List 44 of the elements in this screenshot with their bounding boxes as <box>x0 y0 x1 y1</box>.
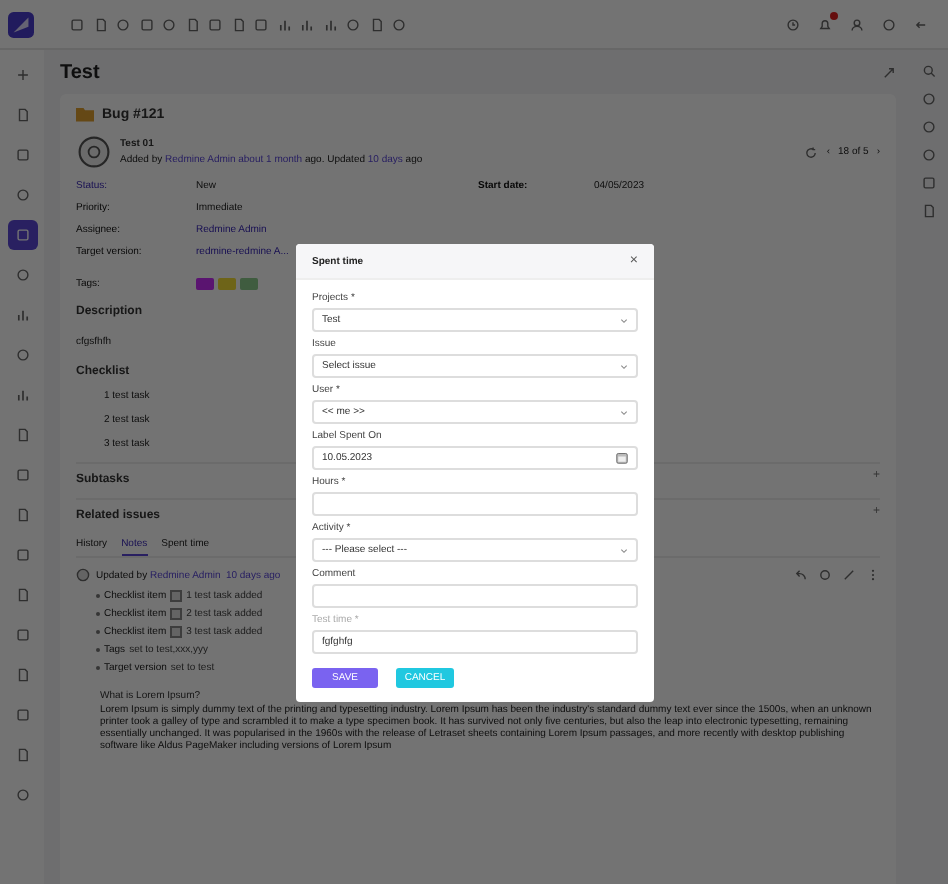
page-title: Test <box>60 61 100 83</box>
calendar-icon[interactable] <box>616 452 628 464</box>
bar-chart-icon[interactable] <box>277 17 291 31</box>
comment-icon[interactable] <box>818 568 832 582</box>
square-icon[interactable] <box>70 17 84 31</box>
document-icon[interactable] <box>921 204 935 218</box>
back-arrow-icon[interactable] <box>914 17 928 31</box>
search-icon[interactable] <box>921 64 935 78</box>
document-icon[interactable] <box>231 17 245 31</box>
document-icon[interactable] <box>185 17 199 31</box>
input-field[interactable] <box>312 584 638 608</box>
folder-icon <box>76 106 94 122</box>
square-icon[interactable] <box>208 17 222 31</box>
clock-icon[interactable] <box>786 17 800 31</box>
logo-icon[interactable] <box>8 11 34 37</box>
bar-chart-icon[interactable] <box>300 17 314 31</box>
document-icon[interactable] <box>369 17 383 31</box>
reply-icon[interactable] <box>794 568 808 582</box>
chevron-down-icon[interactable] <box>620 409 628 415</box>
sidebar-item[interactable] <box>7 220 37 250</box>
bell-icon[interactable] <box>818 17 832 31</box>
circle-icon[interactable] <box>921 92 935 106</box>
circle-icon[interactable] <box>921 120 935 134</box>
chevron-down-icon[interactable] <box>620 363 628 369</box>
square-icon[interactable] <box>921 176 935 190</box>
circle-icon[interactable] <box>346 17 360 31</box>
user-icon[interactable] <box>850 17 864 31</box>
input-field[interactable] <box>312 492 638 516</box>
chevron-down-icon[interactable] <box>620 547 628 553</box>
refresh-icon[interactable] <box>804 145 819 159</box>
collapse-icon[interactable] <box>882 65 896 79</box>
circle-icon[interactable] <box>921 148 935 162</box>
avatar-icon <box>76 134 112 170</box>
circle-icon[interactable] <box>882 17 896 31</box>
avatar-icon <box>76 568 90 582</box>
document-icon[interactable] <box>93 17 107 31</box>
square-icon[interactable] <box>139 17 153 31</box>
circle-icon[interactable] <box>162 17 176 31</box>
edit-icon[interactable] <box>842 568 856 582</box>
circle-icon[interactable] <box>392 17 406 31</box>
chevron-down-icon[interactable] <box>620 317 628 323</box>
square-icon[interactable] <box>254 17 268 31</box>
bar-chart-icon[interactable] <box>323 17 337 31</box>
circle-icon[interactable] <box>116 17 130 31</box>
